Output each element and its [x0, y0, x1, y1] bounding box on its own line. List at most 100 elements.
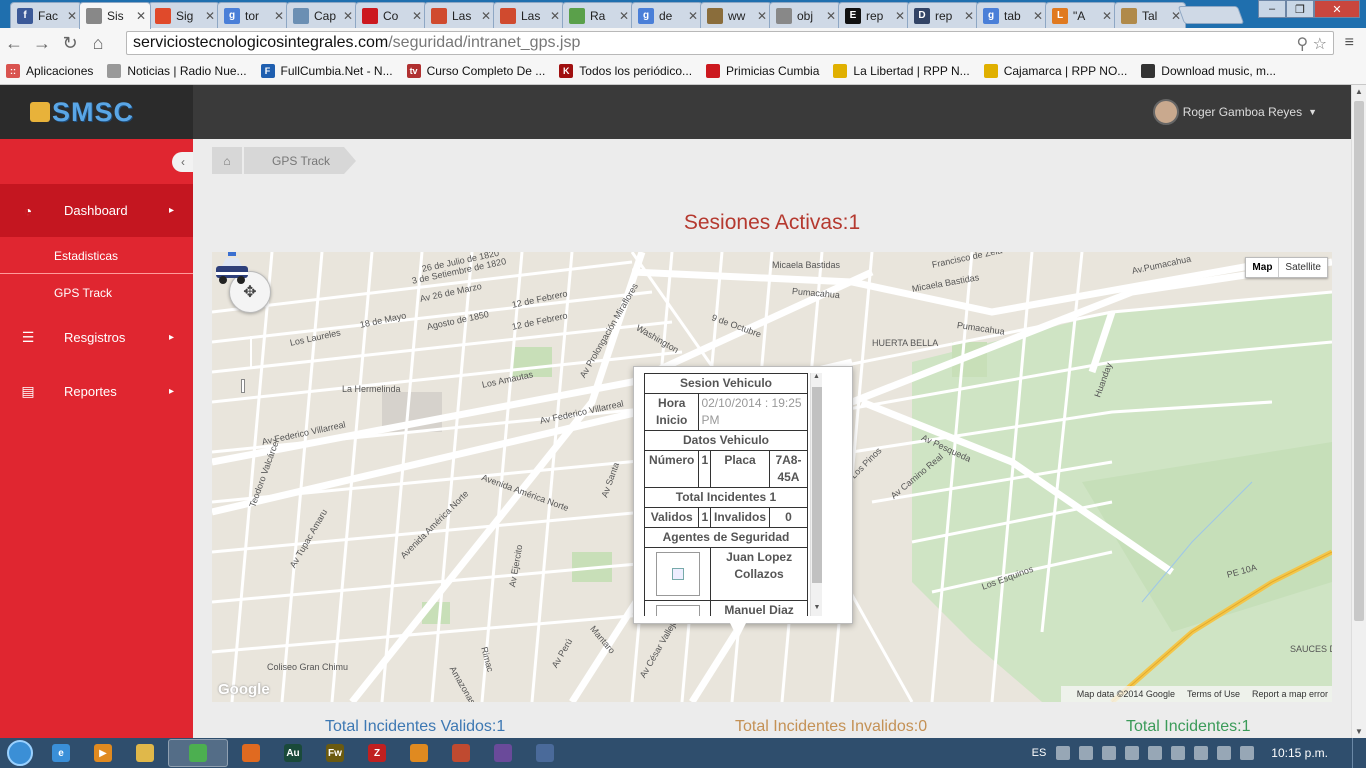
start-button[interactable] [0, 738, 40, 768]
logo[interactable]: SMSC [0, 85, 193, 139]
language-indicator[interactable]: ES [1032, 747, 1047, 759]
clock[interactable]: 10:15 p.m. [1271, 746, 1328, 760]
browser-tab[interactable]: Sig ✕ [148, 2, 220, 28]
browser-tab[interactable]: g tab ✕ [976, 2, 1048, 28]
sidebar-subitem-estadisticas[interactable]: Estadisticas [0, 237, 193, 274]
browser-tab[interactable]: L "A ✕ [1045, 2, 1117, 28]
zoom-slider-knob[interactable] [241, 379, 245, 393]
taskbar-media-button[interactable]: ▶ [84, 739, 122, 767]
close-tab-icon[interactable]: ✕ [964, 9, 974, 23]
taskbar-chrome-button[interactable] [168, 739, 228, 767]
user-menu[interactable]: Roger Gamboa Reyes ▼ [1152, 99, 1317, 125]
address-bar[interactable]: serviciostecnologicosintegrales.com/segu… [126, 31, 1334, 55]
maximize-icon[interactable]: ❐ [1286, 0, 1314, 18]
close-tab-icon[interactable]: ✕ [619, 9, 629, 23]
sidebar-item-reportes[interactable]: ▤ Reportes ▸ [0, 365, 193, 418]
sync-icon[interactable] [1079, 746, 1094, 760]
browser-tab[interactable]: obj ✕ [769, 2, 841, 28]
close-tab-icon[interactable]: ✕ [136, 9, 146, 23]
taskbar-app-button[interactable] [442, 739, 480, 767]
close-tab-icon[interactable]: ✕ [826, 9, 836, 23]
sidebar-item-registros[interactable]: ☰ Resgistros ▸ [0, 311, 193, 364]
close-tab-icon[interactable]: ✕ [895, 9, 905, 23]
signal-icon[interactable] [1217, 746, 1232, 760]
close-tab-icon[interactable]: ✕ [757, 9, 767, 23]
scroll-down-icon[interactable]: ▼ [811, 604, 823, 616]
close-tab-icon[interactable]: ✕ [343, 9, 353, 23]
browser-tab[interactable]: f Fac ✕ [10, 2, 82, 28]
browser-tab[interactable]: g tor ✕ [217, 2, 289, 28]
bookmark-item[interactable]: Download music, m... [1141, 64, 1276, 78]
check-icon[interactable] [1125, 746, 1140, 760]
zoom-star-icons[interactable]: ⚲ ☆ [1296, 34, 1327, 54]
map-type-satellite-button[interactable]: Satellite [1278, 258, 1327, 277]
close-tab-icon[interactable]: ✕ [688, 9, 698, 23]
flag-icon[interactable] [1171, 746, 1186, 760]
minimize-icon[interactable]: – [1258, 0, 1286, 18]
browser-tab[interactable]: Ra ✕ [562, 2, 634, 28]
taskbar-app3-button[interactable] [526, 739, 564, 767]
reload-icon[interactable]: ↻ [56, 33, 84, 54]
forward-icon[interactable]: → [28, 33, 56, 54]
breadcrumb-current[interactable]: GPS Track [244, 147, 357, 174]
browser-tab[interactable]: Las ✕ [493, 2, 565, 28]
show-desktop-button[interactable] [1352, 738, 1366, 768]
browser-tab[interactable]: Sis ✕ [79, 2, 151, 29]
scrollbar-thumb[interactable] [1354, 101, 1364, 621]
new-tab-button[interactable] [1177, 6, 1245, 24]
browser-tab[interactable]: Erep ✕ [838, 2, 910, 28]
browser-tab[interactable]: Tal ✕ [1114, 2, 1186, 28]
browser-tab[interactable]: g de ✕ [631, 2, 703, 28]
info-window-scrollbar[interactable]: ▲ ▼ [810, 373, 822, 616]
taskbar-folder-button[interactable] [400, 739, 438, 767]
bookmark-item[interactable]: K Todos los periódico... [559, 64, 692, 78]
close-tab-icon[interactable]: ✕ [274, 9, 284, 23]
scrollbar-thumb[interactable] [812, 387, 822, 583]
display-icon[interactable] [1148, 746, 1163, 760]
browser-tab[interactable]: Cap ✕ [286, 2, 358, 28]
taskbar-explorer-button[interactable] [126, 739, 164, 767]
taskbar-fireworks-button[interactable]: Fw [316, 739, 354, 767]
network-icon[interactable] [1056, 746, 1071, 760]
back-icon[interactable]: ← [0, 33, 28, 54]
report-error-link[interactable]: Report a map error [1252, 689, 1328, 699]
taskbar-firefox-button[interactable] [232, 739, 270, 767]
chrome-menu-icon[interactable]: ≡ [1345, 34, 1354, 52]
home-icon[interactable]: ⌂ [84, 33, 112, 54]
close-tab-icon[interactable]: ✕ [205, 9, 215, 23]
scroll-up-icon[interactable]: ▲ [811, 373, 822, 385]
lock-icon[interactable] [1102, 746, 1117, 760]
bookmark-item[interactable]: tv Curso Completo De ... [406, 64, 545, 78]
close-tab-icon[interactable]: ✕ [550, 9, 560, 23]
close-tab-icon[interactable]: ✕ [67, 9, 77, 23]
close-tab-icon[interactable]: ✕ [1102, 9, 1112, 23]
browser-tab[interactable]: Las ✕ [424, 2, 496, 28]
taskbar-app2-button[interactable] [484, 739, 522, 767]
bookmark-item[interactable]: Cajamarca | RPP NO... [983, 64, 1127, 78]
sidebar-item-dashboard[interactable]: ◔ Dashboard ▸ [0, 184, 193, 237]
bookmark-item[interactable]: F FullCumbia.Net - N... [260, 64, 393, 78]
page-scrollbar[interactable]: ▲ ▼ [1351, 85, 1366, 738]
taskbar-filezilla-button[interactable]: Z [358, 739, 396, 767]
scroll-down-icon[interactable]: ▼ [1355, 727, 1363, 736]
home-icon[interactable]: ⌂ [212, 147, 242, 174]
taskbar-audition-button[interactable]: Au [274, 739, 312, 767]
close-tab-icon[interactable]: ✕ [1033, 9, 1043, 23]
close-tab-icon[interactable]: ✕ [481, 9, 491, 23]
close-window-icon[interactable]: ✕ [1314, 0, 1360, 18]
browser-tab[interactable]: Drep ✕ [907, 2, 979, 28]
zoom-slider-track[interactable] [250, 336, 252, 368]
bookmark-item[interactable]: Primicias Cumbia [706, 64, 819, 78]
terms-link[interactable]: Terms of Use [1187, 689, 1240, 699]
close-tab-icon[interactable]: ✕ [412, 9, 422, 23]
map-type-map-button[interactable]: Map [1246, 258, 1278, 277]
vehicle-marker-icon[interactable] [212, 252, 252, 286]
browser-tab[interactable]: Co ✕ [355, 2, 427, 28]
power-icon[interactable] [1194, 746, 1209, 760]
map[interactable]: 26 de Julio de 1820 3 de Setiembre de 182… [212, 252, 1332, 702]
scroll-up-icon[interactable]: ▲ [1355, 87, 1363, 96]
sidebar-collapse-button[interactable]: ‹ [172, 152, 194, 172]
bookmark-item[interactable]: La Libertad | RPP N... [833, 64, 970, 78]
browser-tab[interactable]: ww ✕ [700, 2, 772, 28]
taskbar-ie-button[interactable]: e [42, 739, 80, 767]
